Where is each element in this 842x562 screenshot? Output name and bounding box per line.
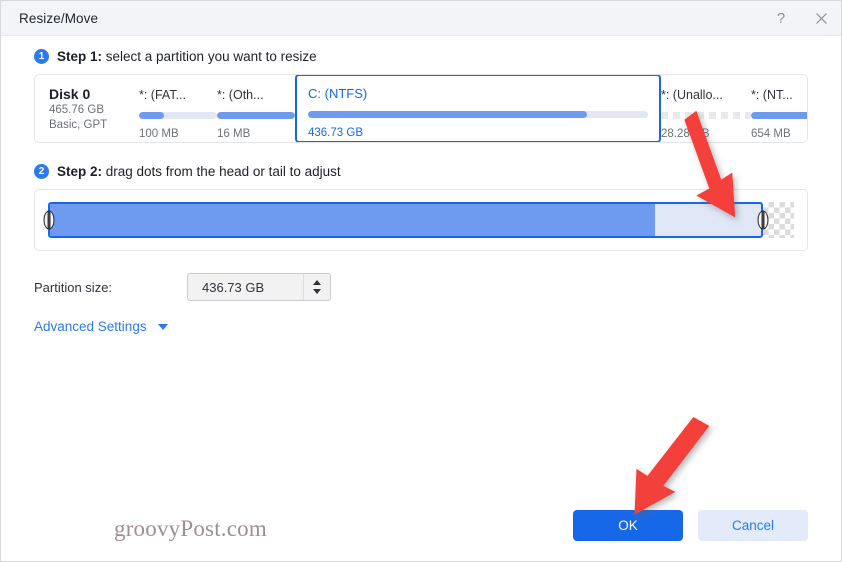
used-space-fill (50, 204, 655, 236)
partition-list: *: (FAT... 100 MB *: (Oth... 16 MB C: (NTFS)… (139, 75, 807, 142)
partition-title: *: (Oth... (217, 88, 264, 102)
partition-size-text: 16 MB (217, 128, 251, 140)
disk-type: Basic, GPT (49, 119, 108, 131)
partition-usage-bar (139, 112, 217, 119)
step-2-header: 2 Step 2: drag dots from the head or tai… (34, 164, 808, 179)
title-bar: Resize/Move ? (1, 1, 841, 36)
help-button[interactable]: ? (761, 1, 801, 36)
partition-usage-bar (751, 112, 807, 119)
disk-info: Disk 0 465.76 GB Basic, GPT (35, 75, 139, 142)
partition-size-row: Partition size: 436.73 GB (34, 273, 808, 301)
step-1-label-bold: Step 1: (57, 49, 103, 64)
close-button[interactable] (801, 1, 841, 36)
partition-size-input[interactable]: 436.73 GB (188, 280, 303, 295)
step-1-label: Step 1: select a partition you want to r… (57, 49, 317, 64)
partition-usage-fill (308, 111, 587, 118)
step-2-label: Step 2: drag dots from the head or tail … (57, 164, 341, 179)
partition-size-text: 28.28 GB (661, 128, 710, 140)
step-1-label-rest: select a partition you want to resize (102, 49, 317, 64)
partition-size-text: 436.73 GB (308, 127, 363, 139)
slider-handle-left[interactable] (43, 210, 55, 230)
step-2-badge: 2 (34, 164, 49, 179)
partition-unallocated-bar (661, 112, 751, 119)
question-mark-icon: ? (776, 9, 786, 27)
watermark: groovyPost.com (114, 516, 267, 541)
resize-slider-panel[interactable] (34, 189, 808, 251)
slider-handle-right[interactable] (757, 210, 769, 230)
partition-size-text: 100 MB (139, 128, 179, 140)
partition-usage-bar (217, 112, 295, 119)
step-1-header: 1 Step 1: select a partition you want to… (34, 49, 808, 64)
partition-title: *: (NT... (751, 88, 793, 102)
resize-move-dialog: Resize/Move ? 1 Step 1: select a partiti… (0, 0, 842, 562)
advanced-settings-label[interactable]: Advanced Settings (34, 319, 147, 334)
disk-capacity: 465.76 GB (49, 104, 104, 116)
step-1-badge: 1 (34, 49, 49, 64)
partition-item[interactable]: *: (Oth... 16 MB (217, 75, 295, 142)
partition-size-label: Partition size: (34, 279, 113, 295)
partition-region[interactable] (48, 202, 763, 238)
partition-size-text: 654 MB (751, 128, 791, 140)
step-2-label-bold: Step 2: (57, 164, 103, 179)
partition-item-selected[interactable]: C: (NTFS) 436.73 GB (295, 75, 661, 142)
dialog-content: 1 Step 1: select a partition you want to… (1, 36, 841, 561)
step-2-label-rest: drag dots from the head or tail to adjus… (102, 164, 341, 179)
partition-title: C: (NTFS) (308, 86, 368, 101)
resize-slider-track[interactable] (43, 202, 794, 238)
partition-title: *: (Unallo... (661, 88, 723, 102)
disk-name: Disk 0 (49, 86, 91, 102)
ok-button[interactable]: OK (573, 510, 683, 541)
partition-title: *: (FAT... (139, 88, 186, 102)
partition-usage-bar (308, 111, 648, 118)
advanced-settings-toggle[interactable]: Advanced Settings (34, 319, 808, 334)
close-icon (815, 12, 827, 24)
partition-usage-fill (139, 112, 164, 119)
chevron-down-icon[interactable] (157, 323, 168, 330)
stepper-down-icon[interactable] (313, 289, 321, 294)
partition-usage-fill (217, 112, 295, 119)
partition-item[interactable]: *: (NT... 654 MB (751, 75, 807, 142)
window-title: Resize/Move (19, 10, 99, 26)
disk-map: Disk 0 465.76 GB Basic, GPT *: (FAT... 10… (34, 74, 808, 143)
partition-item[interactable]: *: (FAT... 100 MB (139, 75, 217, 142)
dialog-footer: OK Cancel (573, 510, 808, 541)
partition-usage-fill (751, 112, 807, 119)
partition-size-stepper[interactable]: 436.73 GB (187, 273, 331, 301)
stepper-up-icon[interactable] (313, 280, 321, 285)
stepper-arrows[interactable] (303, 274, 330, 300)
cancel-button[interactable]: Cancel (698, 510, 808, 541)
partition-item[interactable]: *: (Unallo... 28.28 GB (661, 75, 751, 142)
